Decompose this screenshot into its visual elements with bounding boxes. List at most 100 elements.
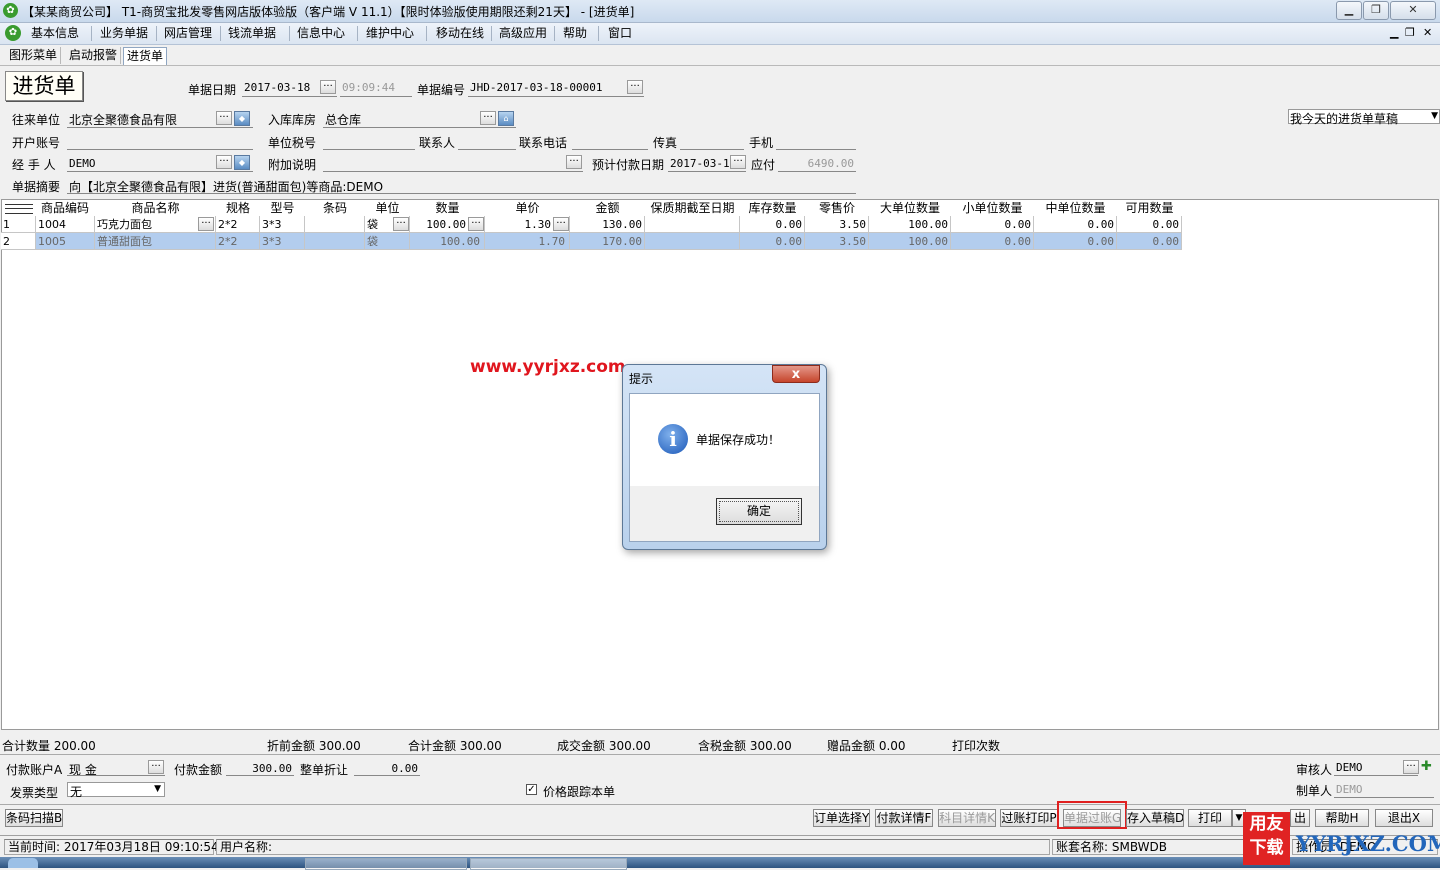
col-amount[interactable]: 金额 bbox=[570, 200, 645, 217]
mobile-field[interactable] bbox=[776, 149, 856, 150]
price-button[interactable]: ··· bbox=[553, 217, 569, 231]
chevron-down-icon[interactable]: ▼ bbox=[1431, 111, 1438, 121]
tax-number-field[interactable] bbox=[323, 149, 415, 150]
print-button[interactable]: 打印 bbox=[1188, 809, 1232, 827]
menu-help[interactable]: 帮助 bbox=[563, 25, 587, 42]
col-expiry[interactable]: 保质期截至日期 bbox=[645, 200, 740, 217]
cell-model[interactable]: 3*3 bbox=[260, 216, 305, 233]
exit-button[interactable]: 退出X bbox=[1375, 809, 1433, 827]
cell-amount[interactable]: 170.00 bbox=[570, 233, 645, 250]
cell-expiry[interactable] bbox=[645, 216, 740, 233]
time-field[interactable]: 09:09:44 bbox=[342, 81, 395, 94]
warehouse-select-button[interactable]: ··· bbox=[480, 111, 496, 125]
payment-detail-button[interactable]: 付款详情F bbox=[875, 809, 933, 827]
price-track-checkbox[interactable]: ✓ bbox=[526, 784, 537, 795]
barcode-scan-button[interactable]: 条码扫描B bbox=[5, 809, 63, 827]
quantity-button[interactable]: ··· bbox=[468, 217, 484, 231]
mdi-close-icon[interactable]: ✕ bbox=[1423, 26, 1432, 39]
cell-small-unit[interactable]: 0.00 bbox=[951, 233, 1034, 250]
cell-barcode[interactable] bbox=[305, 216, 365, 233]
taskbar-window-button[interactable] bbox=[470, 858, 627, 870]
menu-mobile-online[interactable]: 移动在线 bbox=[436, 25, 484, 42]
cell-spec[interactable]: 2*2 bbox=[216, 216, 260, 233]
cell-name[interactable]: 普通甜面包 bbox=[95, 233, 216, 250]
chevron-down-icon[interactable]: ▼ bbox=[154, 784, 161, 794]
taskbar-window-button[interactable] bbox=[305, 858, 467, 870]
mdi-minimize-icon[interactable]: ▁ bbox=[1390, 26, 1398, 39]
minimize-icon[interactable]: ▁ bbox=[1336, 1, 1362, 20]
auditor-field[interactable]: DEMO bbox=[1336, 761, 1363, 774]
discount-field[interactable]: 0.00 bbox=[356, 762, 419, 775]
tab-startup-alert[interactable]: 启动报警 bbox=[66, 47, 122, 64]
doc-number-field[interactable]: JHD-2017-03-18-00001 bbox=[470, 81, 602, 94]
maximize-icon[interactable]: ❐ bbox=[1363, 1, 1389, 20]
col-retail[interactable]: 零售价 bbox=[805, 200, 869, 217]
pay-account-select-button[interactable]: ··· bbox=[148, 760, 164, 774]
menu-info-center[interactable]: 信息中心 bbox=[297, 25, 345, 42]
doc-number-button[interactable]: ··· bbox=[627, 80, 643, 94]
partner-field[interactable]: 北京全聚德食品有限 bbox=[69, 111, 177, 128]
tab-purchase-order[interactable]: 进货单 bbox=[123, 47, 168, 65]
mdi-restore-icon[interactable]: ❐ bbox=[1405, 26, 1415, 39]
col-big-unit[interactable]: 大单位数量 bbox=[869, 200, 951, 217]
menu-advanced[interactable]: 高级应用 bbox=[499, 25, 547, 42]
menu-shop-manage[interactable]: 网店管理 bbox=[164, 25, 212, 42]
menu-basic-info[interactable]: 基本信息 bbox=[31, 25, 79, 42]
cell-retail[interactable]: 3.50 bbox=[805, 233, 869, 250]
cell-price[interactable]: 1.70 bbox=[485, 233, 570, 250]
dialog-ok-button[interactable]: 确定 bbox=[716, 498, 802, 525]
fax-field[interactable] bbox=[680, 149, 744, 150]
pay-amount-field[interactable]: 300.00 bbox=[228, 762, 292, 775]
close-window-icon[interactable]: ✕ bbox=[1390, 1, 1436, 20]
col-stock[interactable]: 库存数量 bbox=[740, 200, 805, 217]
cell-mid-unit[interactable]: 0.00 bbox=[1034, 216, 1117, 233]
bank-account-field[interactable] bbox=[67, 149, 253, 150]
post-print-button[interactable]: 过账打印P bbox=[1000, 809, 1058, 827]
warehouse-field[interactable]: 总仓库 bbox=[325, 111, 361, 128]
due-date-picker-button[interactable]: ··· bbox=[730, 155, 746, 169]
col-spec[interactable]: 规格 bbox=[216, 200, 260, 217]
subject-detail-button[interactable]: 科目详情K bbox=[938, 809, 996, 827]
menu-business-docs[interactable]: 业务单据 bbox=[100, 25, 148, 42]
cell-mid-unit[interactable]: 0.00 bbox=[1034, 233, 1117, 250]
start-orb-icon[interactable] bbox=[8, 858, 38, 868]
name-select-button[interactable]: ··· bbox=[198, 217, 214, 231]
col-goods-code[interactable]: 商品编码 bbox=[36, 200, 94, 217]
note-button[interactable]: ··· bbox=[566, 155, 582, 169]
cell-barcode[interactable] bbox=[305, 233, 365, 250]
col-unit[interactable]: 单位 bbox=[365, 200, 410, 217]
cell-model[interactable]: 3*3 bbox=[260, 233, 305, 250]
cell-big-unit[interactable]: 100.00 bbox=[869, 233, 951, 250]
date-field[interactable]: 2017-03-18 bbox=[244, 81, 310, 94]
handler-select-button[interactable]: ··· bbox=[216, 155, 232, 169]
warehouse-house-icon[interactable]: ⌂ bbox=[498, 111, 514, 126]
cell-code[interactable]: 1004 bbox=[36, 216, 95, 233]
cell-retail[interactable]: 3.50 bbox=[805, 216, 869, 233]
cell-amount[interactable]: 130.00 bbox=[570, 216, 645, 233]
partner-select-button[interactable]: ··· bbox=[216, 111, 232, 125]
cell-unit[interactable]: 袋 bbox=[365, 233, 410, 250]
cell-big-unit[interactable]: 100.00 bbox=[869, 216, 951, 233]
cell-code[interactable]: 1005 bbox=[36, 233, 95, 250]
dialog-close-icon[interactable]: x bbox=[772, 365, 820, 383]
cell-small-unit[interactable]: 0.00 bbox=[951, 216, 1034, 233]
col-goods-name[interactable]: 商品名称 bbox=[95, 200, 216, 217]
phone-field[interactable] bbox=[572, 149, 648, 150]
draft-select[interactable]: 我今天的进货单草稿 ▼ bbox=[1288, 109, 1440, 126]
invoice-type-select[interactable]: 无 ▼ bbox=[67, 782, 165, 799]
col-available[interactable]: 可用数量 bbox=[1117, 200, 1182, 217]
col-barcode[interactable]: 条码 bbox=[305, 200, 365, 217]
col-mid-unit[interactable]: 中单位数量 bbox=[1034, 200, 1117, 217]
grid-corner-icon[interactable] bbox=[2, 200, 36, 216]
note-field[interactable] bbox=[323, 171, 583, 172]
col-model[interactable]: 型号 bbox=[260, 200, 305, 217]
unit-select-button[interactable]: ··· bbox=[393, 217, 409, 231]
col-quantity[interactable]: 数量 bbox=[410, 200, 485, 217]
col-small-unit[interactable]: 小单位数量 bbox=[951, 200, 1034, 217]
handler-field[interactable]: DEMO bbox=[69, 157, 96, 170]
col-unit-price[interactable]: 单价 bbox=[485, 200, 570, 217]
date-picker-button[interactable]: ··· bbox=[320, 80, 336, 94]
contact-field[interactable] bbox=[458, 149, 516, 150]
partner-search-icon[interactable]: ◆ bbox=[234, 111, 250, 126]
save-draft-button[interactable]: 存入草稿D bbox=[1126, 809, 1184, 827]
